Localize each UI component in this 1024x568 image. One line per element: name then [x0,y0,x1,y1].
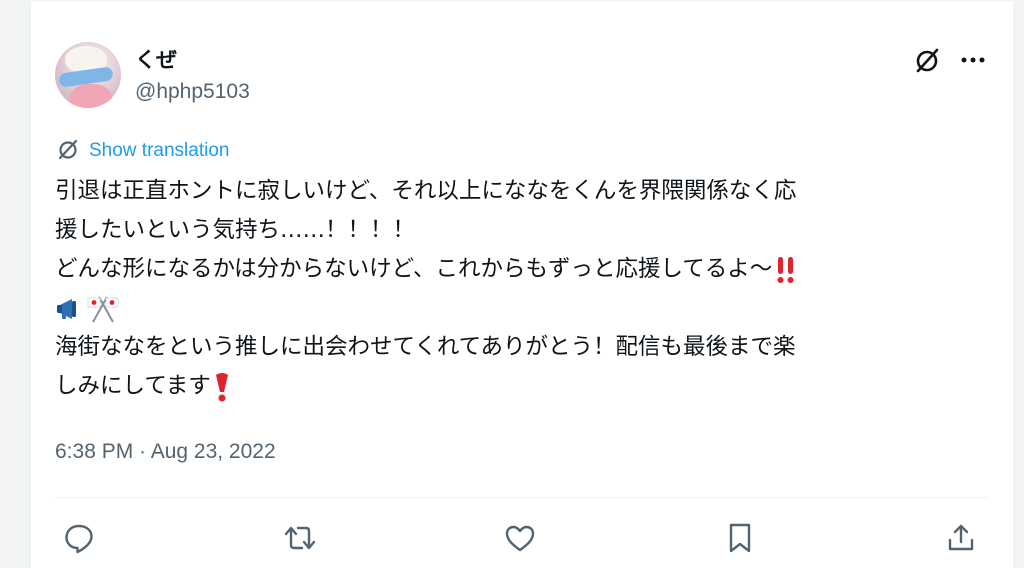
top-divider [31,0,1013,1]
user-handle[interactable]: @hphp5103 [135,80,250,104]
translate-icon [55,136,81,167]
megaphone-icon [55,295,85,323]
heavy-exclamation-icon [213,371,231,403]
actions-divider [55,497,989,498]
tweet-timestamp[interactable]: 6:38 PM · Aug 23, 2022 [55,440,276,464]
tweet-text-line [55,289,991,328]
tweet-text-line: 引退は正直ホントに寂しいけど、それ以上にななをくんを界隈関係なく応 [55,172,991,211]
tweet-text: 引退は正直ホントに寂しいけど、それ以上にななをくんを界隈関係なく応 援したいとい… [55,172,991,406]
more-options-icon[interactable] [957,44,989,76]
retweet-icon[interactable] [282,520,318,556]
tweet-text-line: しみにしてます [55,367,991,406]
show-translation-link[interactable]: Show translation [55,138,229,164]
tweet-text-line-5: 海街ななをという推しに出会わせてくれてありがとう！配信も最後まで楽 [55,334,796,360]
show-translation-label: Show translation [89,140,230,161]
double-exclamation-icon [774,255,798,285]
tweet-card: くぜ @hphp5103 Show translation 引退は正直ホントに寂… [30,0,1014,568]
tweet-text-line-3: どんな形になるかは分からないけど、これからもずっと応援してるよ〜 [55,256,773,282]
tweet-text-line: 援したいという気持ち……！！！！ [55,211,991,250]
tweet-text-line: どんな形になるかは分からないけど、これからもずっと応援してるよ〜 [55,250,991,289]
tweet-text-line-6: しみにしてます [55,373,211,399]
tweet-text-line-1: 引退は正直ホントに寂しいけど、それ以上にななをくんを界隈関係なく応 [55,178,797,204]
tweet-text-line: 海街ななをという推しに出会わせてくれてありがとう！配信も最後まで楽 [55,328,991,367]
grok-icon[interactable] [911,44,943,76]
share-icon[interactable] [943,520,979,556]
bookmark-icon[interactable] [722,520,758,556]
like-icon[interactable] [502,520,538,556]
crossed-flags-icon [87,294,119,324]
reply-icon[interactable] [61,520,97,556]
avatar[interactable] [55,42,121,108]
tweet-text-line-2: 援したいという気持ち……！！！！ [55,217,416,243]
display-name[interactable]: くぜ [135,44,177,74]
